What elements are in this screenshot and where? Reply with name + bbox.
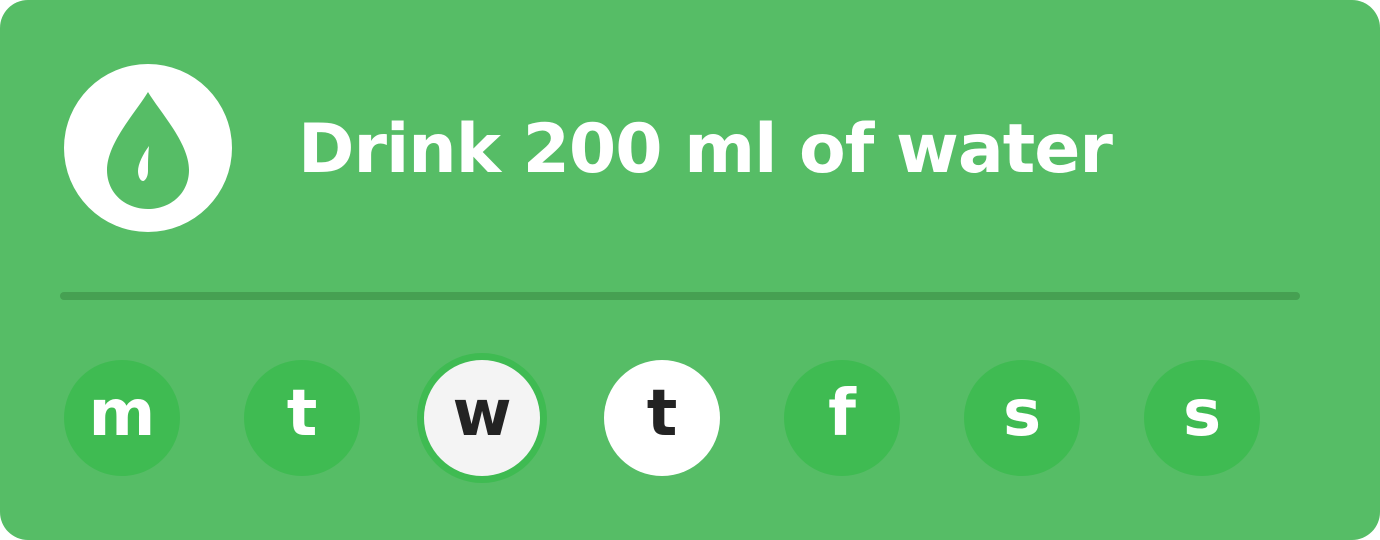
day-friday[interactable]: f — [784, 360, 900, 476]
water-drop-icon — [107, 92, 189, 209]
habit-title: Drink 200 ml of water — [298, 110, 1113, 189]
day-wednesday[interactable]: w — [424, 360, 540, 476]
divider — [60, 292, 1300, 300]
day-saturday[interactable]: s — [964, 360, 1080, 476]
day-tuesday[interactable]: t — [244, 360, 360, 476]
day-sunday[interactable]: s — [1144, 360, 1260, 476]
habit-icon-badge — [64, 64, 232, 232]
weekday-selector: m t w t f s s — [64, 360, 1264, 476]
day-monday[interactable]: m — [64, 360, 180, 476]
habit-card[interactable]: Drink 200 ml of water m t w t f s s — [0, 0, 1380, 540]
day-thursday[interactable]: t — [604, 360, 720, 476]
